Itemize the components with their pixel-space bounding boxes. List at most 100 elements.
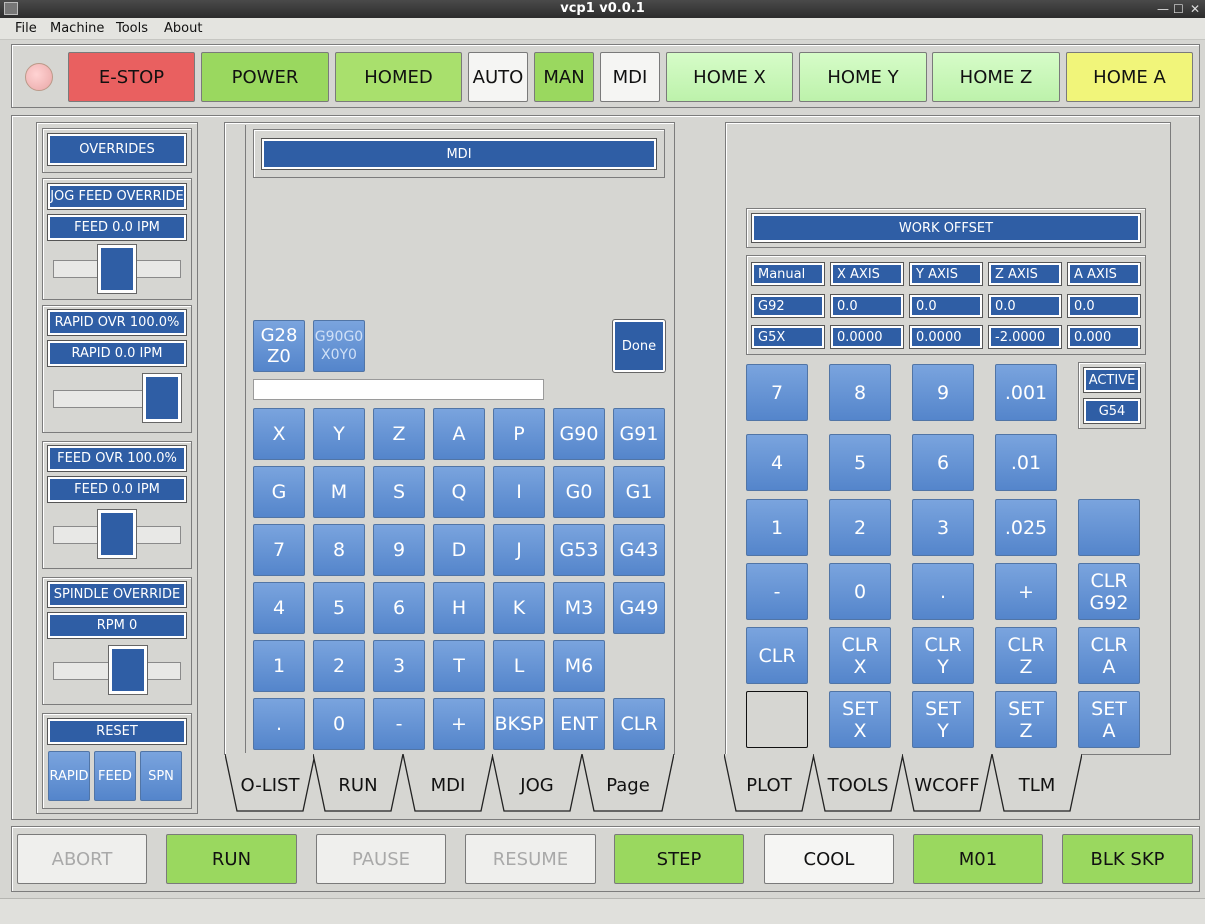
offset-key-7[interactable]: 7 bbox=[746, 364, 808, 421]
mdi-key-g[interactable]: G bbox=[253, 466, 305, 518]
mdi-key-plus[interactable]: + bbox=[433, 698, 485, 750]
mdi-key-g0[interactable]: G0 bbox=[553, 466, 605, 518]
mdi-command-input[interactable] bbox=[253, 379, 544, 400]
mdi-key-k[interactable]: K bbox=[493, 582, 545, 634]
mdi-key-g43[interactable]: G43 bbox=[613, 524, 665, 576]
offset-key-3[interactable]: 3 bbox=[912, 499, 974, 556]
offset-key-clr-g92[interactable]: CLR G92 bbox=[1078, 563, 1140, 620]
offset-key-clr-x[interactable]: CLR X bbox=[829, 627, 891, 684]
tab-wcoff[interactable]: WCOFF bbox=[902, 754, 992, 814]
offset-key-.[interactable]: . bbox=[912, 563, 974, 620]
mdi-key-2[interactable]: 2 bbox=[313, 640, 365, 692]
maximize-icon[interactable]: ☐ bbox=[1173, 0, 1184, 18]
offset-key-8[interactable]: 8 bbox=[829, 364, 891, 421]
estop-button[interactable]: E-STOP bbox=[68, 52, 195, 102]
mdi-key-minus[interactable]: - bbox=[373, 698, 425, 750]
power-button[interactable]: POWER bbox=[201, 52, 329, 102]
mdi-key-x[interactable]: X bbox=[253, 408, 305, 460]
offset-key-4[interactable]: 4 bbox=[746, 434, 808, 491]
m01-button[interactable]: M01 bbox=[913, 834, 1043, 884]
homed-button[interactable]: HOMED bbox=[335, 52, 462, 102]
mdi-key-1[interactable]: 1 bbox=[253, 640, 305, 692]
mdi-key-a[interactable]: A bbox=[433, 408, 485, 460]
man-mode-button[interactable]: MAN bbox=[534, 52, 594, 102]
offset-key--[interactable]: - bbox=[746, 563, 808, 620]
mdi-key-m[interactable]: M bbox=[313, 466, 365, 518]
offset-key-set-a[interactable]: SET A bbox=[1078, 691, 1140, 748]
abort-button[interactable]: ABORT bbox=[17, 834, 147, 884]
mdi-key-d[interactable]: D bbox=[433, 524, 485, 576]
tab-tools[interactable]: TOOLS bbox=[813, 754, 903, 814]
tab-o-list[interactable]: O-LIST bbox=[225, 754, 315, 814]
mdi-key-8[interactable]: 8 bbox=[313, 524, 365, 576]
mdi-key-l[interactable]: L bbox=[493, 640, 545, 692]
run-button[interactable]: RUN bbox=[166, 834, 297, 884]
offset-key-set-y[interactable]: SET Y bbox=[912, 691, 974, 748]
mdi-key-6[interactable]: 6 bbox=[373, 582, 425, 634]
offset-key-5[interactable]: 5 bbox=[829, 434, 891, 491]
offset-key-.025[interactable]: .025 bbox=[995, 499, 1057, 556]
menu-about[interactable]: About bbox=[164, 20, 202, 38]
reset-feed-button[interactable]: FEED bbox=[94, 751, 136, 801]
offset-key-2[interactable]: 2 bbox=[829, 499, 891, 556]
pause-button[interactable]: PAUSE bbox=[316, 834, 446, 884]
offset-key-clr[interactable]: CLR bbox=[746, 627, 808, 684]
menu-machine[interactable]: Machine bbox=[50, 20, 104, 38]
mdi-key-0[interactable]: 0 bbox=[313, 698, 365, 750]
mdi-key-4[interactable]: 4 bbox=[253, 582, 305, 634]
mdi-key-7[interactable]: 7 bbox=[253, 524, 305, 576]
tab-page[interactable]: Page bbox=[582, 754, 674, 814]
mdi-key-m6[interactable]: M6 bbox=[553, 640, 605, 692]
jog-override-slider-handle[interactable] bbox=[97, 244, 137, 294]
offset-key-clr-z[interactable]: CLR Z bbox=[995, 627, 1057, 684]
mdi-key-g53[interactable]: G53 bbox=[553, 524, 605, 576]
menu-tools[interactable]: Tools bbox=[116, 20, 148, 38]
mdi-key-5[interactable]: 5 bbox=[313, 582, 365, 634]
tab-mdi[interactable]: MDI bbox=[403, 754, 493, 814]
mdi-key-g91[interactable]: G91 bbox=[613, 408, 665, 460]
mdi-key-i[interactable]: I bbox=[493, 466, 545, 518]
mdi-key-j[interactable]: J bbox=[493, 524, 545, 576]
offset-key-clr-a[interactable]: CLR A bbox=[1078, 627, 1140, 684]
auto-mode-button[interactable]: AUTO bbox=[468, 52, 528, 102]
menu-file[interactable]: File bbox=[15, 20, 37, 38]
reset-spindle-button[interactable]: SPN bbox=[140, 751, 182, 801]
spindle-override-slider-handle[interactable] bbox=[107, 645, 148, 695]
step-button[interactable]: STEP bbox=[614, 834, 744, 884]
resume-button[interactable]: RESUME bbox=[465, 834, 596, 884]
offset-key-blank[interactable] bbox=[746, 691, 808, 748]
offset-key-clr-y[interactable]: CLR Y bbox=[912, 627, 974, 684]
feed-override-slider-handle[interactable] bbox=[97, 509, 137, 559]
mdi-key-g1[interactable]: G1 bbox=[613, 466, 665, 518]
mdi-key-m3[interactable]: M3 bbox=[553, 582, 605, 634]
offset-key-blank[interactable] bbox=[1078, 499, 1140, 556]
mdi-key-s[interactable]: S bbox=[373, 466, 425, 518]
g90-g0-x0y0-button[interactable]: G90G0 X0Y0 bbox=[313, 320, 365, 372]
offset-key-6[interactable]: 6 bbox=[912, 434, 974, 491]
mdi-key-p[interactable]: P bbox=[493, 408, 545, 460]
tab-tlm[interactable]: TLM bbox=[992, 754, 1082, 814]
home-z-button[interactable]: HOME Z bbox=[932, 52, 1060, 102]
mdi-key-clr[interactable]: CLR bbox=[613, 698, 665, 750]
offset-key-0[interactable]: 0 bbox=[829, 563, 891, 620]
mdi-key-3[interactable]: 3 bbox=[373, 640, 425, 692]
offset-key-set-x[interactable]: SET X bbox=[829, 691, 891, 748]
offset-key-.01[interactable]: .01 bbox=[995, 434, 1057, 491]
rapid-override-slider-handle[interactable] bbox=[142, 373, 182, 423]
tab-run[interactable]: RUN bbox=[313, 754, 403, 814]
mdi-key-ent[interactable]: ENT bbox=[553, 698, 605, 750]
mdi-key-9[interactable]: 9 bbox=[373, 524, 425, 576]
offset-key-.001[interactable]: .001 bbox=[995, 364, 1057, 421]
offset-key-1[interactable]: 1 bbox=[746, 499, 808, 556]
offset-key-set-z[interactable]: SET Z bbox=[995, 691, 1057, 748]
tab-jog[interactable]: JOG bbox=[492, 754, 582, 814]
mdi-key-g49[interactable]: G49 bbox=[613, 582, 665, 634]
mdi-key-h[interactable]: H bbox=[433, 582, 485, 634]
mdi-key-q[interactable]: Q bbox=[433, 466, 485, 518]
home-x-button[interactable]: HOME X bbox=[666, 52, 793, 102]
mdi-key-g90[interactable]: G90 bbox=[553, 408, 605, 460]
home-a-button[interactable]: HOME A bbox=[1066, 52, 1193, 102]
offset-key-9[interactable]: 9 bbox=[912, 364, 974, 421]
mdi-mode-button[interactable]: MDI bbox=[600, 52, 660, 102]
minimize-icon[interactable]: — bbox=[1157, 0, 1169, 18]
